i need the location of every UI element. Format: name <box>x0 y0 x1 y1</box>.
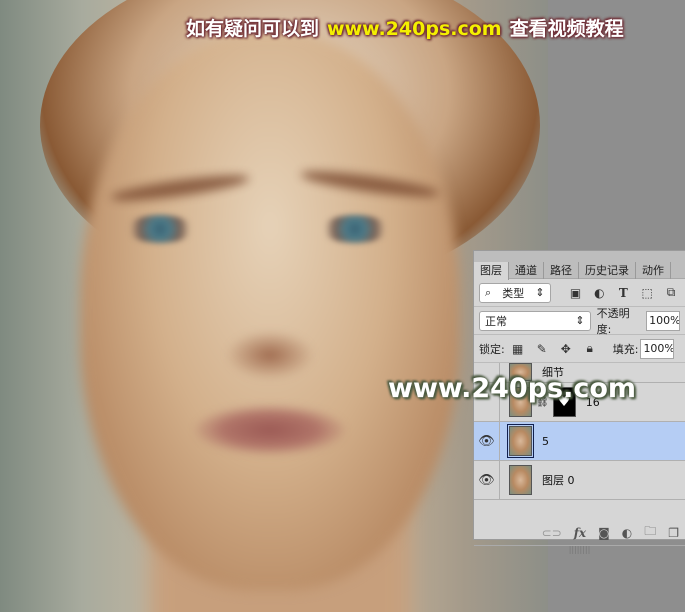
layer-row-5[interactable]: 👁︎ 5 <box>474 422 685 461</box>
resize-grip[interactable]: |||||||| <box>474 546 685 554</box>
eye-icon[interactable]: 👁︎ <box>474 461 500 499</box>
search-icon: ⌕ <box>485 285 492 299</box>
photo-canvas <box>0 0 548 612</box>
filter-type-label: 类型 <box>502 286 525 300</box>
fill-input[interactable]: 100% <box>640 338 675 359</box>
image-filter-icon[interactable]: ▣ <box>567 286 585 300</box>
left-eye <box>125 215 195 243</box>
link-layers-icon[interactable]: ⊂⊃ <box>542 526 562 540</box>
adjustment-layer-icon[interactable]: ◐ <box>622 526 632 540</box>
shape-filter-icon[interactable]: ⬚ <box>638 286 656 300</box>
banner: 如有疑问可以到 www.240ps.com 查看视频教程 <box>186 14 624 41</box>
nose <box>225 330 315 380</box>
lock-label: 锁定: <box>479 342 505 356</box>
fx-icon[interactable]: fx <box>574 526 586 540</box>
adjustment-filter-icon[interactable]: ◐ <box>590 286 608 300</box>
opacity-input[interactable]: 100% <box>646 310 681 331</box>
new-layer-icon[interactable]: ❐ <box>668 526 679 540</box>
watermark: www.240ps.com <box>388 373 637 404</box>
updown-icon: ⇕ <box>575 314 585 327</box>
layer-row-layer0[interactable]: 👁︎ 图层 0 <box>474 461 685 500</box>
lock-move-icon[interactable]: ✥ <box>557 342 575 356</box>
lock-paint-brush-icon[interactable]: ✎ <box>533 342 551 356</box>
filter-type-select[interactable]: ⌕ 类型 ⇕ <box>479 282 551 303</box>
fill-label: 填充: <box>612 342 639 356</box>
face-region <box>80 30 460 590</box>
lock-transparent-icon[interactable]: ▦ <box>509 342 527 356</box>
add-mask-icon[interactable]: ◙ <box>598 526 610 540</box>
tab-actions[interactable]: 动作 <box>636 262 671 279</box>
eye-icon[interactable]: 👁︎ <box>474 422 500 460</box>
blend-mode-value: 正常 <box>485 314 507 328</box>
opacity-label: 不透明度: <box>596 306 630 336</box>
layer-name: 图层 0 <box>542 474 575 487</box>
banner-url: www.240ps.com <box>327 18 502 40</box>
lock-row: 锁定: ▦ ✎ ✥ 🔒︎ 填充: 100% <box>474 335 685 363</box>
layer-thumbnail <box>507 424 534 458</box>
filter-row: ⌕ 类型 ⇕ ▣ ◐ T ⬚ ⧉ <box>474 279 685 307</box>
blend-row: 正常 ⇕ 不透明度: 100% <box>474 306 685 336</box>
layer-name: 5 <box>542 434 549 448</box>
panel-tabs: 图层 通道 路径 历史记录 动作 <box>474 251 685 280</box>
smart-object-filter-icon[interactable]: ⧉ <box>662 285 680 300</box>
layer-thumbnail <box>509 465 532 495</box>
lips <box>195 405 345 455</box>
banner-right: 查看视频教程 <box>509 18 624 40</box>
tab-paths[interactable]: 路径 <box>544 262 579 279</box>
updown-icon: ⇕ <box>535 286 545 299</box>
lock-all-icon[interactable]: 🔒︎ <box>581 341 599 356</box>
tab-layers[interactable]: 图层 <box>474 262 509 280</box>
banner-left: 如有疑问可以到 <box>186 18 320 40</box>
blend-mode-select[interactable]: 正常 ⇕ <box>479 310 591 331</box>
tab-channels[interactable]: 通道 <box>509 262 544 279</box>
folder-icon[interactable]: 🗀︎ <box>644 522 656 543</box>
tab-history[interactable]: 历史记录 <box>579 262 636 279</box>
panel-footer: ⊂⊃ fx ◙ ◐ 🗀︎ ❐ <box>474 520 685 546</box>
right-eye <box>320 215 390 243</box>
type-filter-icon[interactable]: T <box>614 286 632 300</box>
